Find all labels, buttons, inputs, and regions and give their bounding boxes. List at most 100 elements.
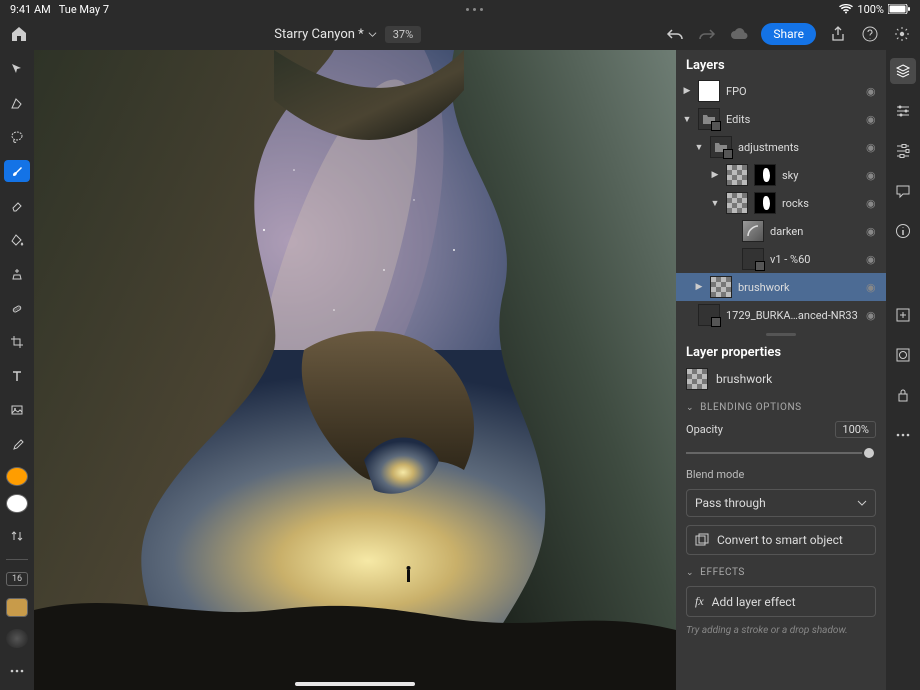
export-button[interactable] bbox=[828, 24, 848, 44]
disclosure-icon[interactable]: ▶ bbox=[694, 282, 704, 292]
properties-panel-button[interactable] bbox=[890, 98, 916, 124]
brush-color-chip[interactable] bbox=[6, 598, 28, 617]
move-tool[interactable] bbox=[4, 58, 30, 80]
transform-tool[interactable] bbox=[4, 92, 30, 114]
layer-rocks[interactable]: ▼ rocks ◉ bbox=[676, 189, 886, 217]
visibility-toggle[interactable]: ◉ bbox=[866, 169, 880, 182]
crop-tool[interactable] bbox=[4, 331, 30, 353]
toolbar-divider bbox=[6, 559, 28, 560]
healing-tool[interactable] bbox=[4, 297, 30, 319]
layers-panel-button[interactable] bbox=[890, 58, 916, 84]
cloud-sync-icon[interactable] bbox=[729, 24, 749, 44]
eraser-tool[interactable] bbox=[4, 194, 30, 216]
visibility-toggle[interactable]: ◉ bbox=[866, 225, 880, 238]
battery-icon bbox=[888, 4, 910, 14]
new-layer-button[interactable] bbox=[890, 302, 916, 328]
visibility-toggle[interactable]: ◉ bbox=[866, 309, 880, 322]
chevron-down-icon: ⌄ bbox=[686, 568, 694, 578]
smart-object-icon bbox=[695, 533, 709, 547]
wifi-icon bbox=[839, 4, 853, 14]
panel-resize-grip[interactable] bbox=[676, 329, 886, 339]
layer-background-image[interactable]: 1729_BURKA…anced-NR33 ◉ bbox=[676, 301, 886, 329]
brush-preview[interactable] bbox=[6, 629, 28, 648]
layer-label: darken bbox=[770, 225, 860, 238]
layer-label: adjustments bbox=[738, 141, 860, 154]
visibility-toggle[interactable]: ◉ bbox=[866, 141, 880, 154]
layer-label: brushwork bbox=[738, 281, 860, 294]
effects-hint: Try adding a stroke or a drop shadow. bbox=[686, 625, 876, 636]
layer-mask-button[interactable] bbox=[890, 342, 916, 368]
eyedropper-tool[interactable] bbox=[4, 433, 30, 455]
convert-smart-object-button[interactable]: Convert to smart object bbox=[686, 525, 876, 555]
layer-label: rocks bbox=[782, 197, 860, 210]
more-tools-button[interactable] bbox=[4, 660, 30, 682]
canvas-artwork bbox=[34, 50, 676, 690]
disclosure-icon[interactable]: ▶ bbox=[710, 170, 720, 180]
right-toolbar bbox=[886, 50, 920, 690]
layer-fpo[interactable]: ▶ FPO ◉ bbox=[676, 77, 886, 105]
layer-mask-thumbnail bbox=[754, 164, 776, 186]
status-time: 9:41 AM bbox=[10, 3, 51, 16]
lasso-tool[interactable] bbox=[4, 126, 30, 148]
fill-tool[interactable] bbox=[4, 229, 30, 251]
swap-colors-button[interactable] bbox=[4, 525, 30, 547]
home-button[interactable] bbox=[8, 23, 30, 45]
share-button[interactable]: Share bbox=[761, 23, 816, 45]
app-header: Starry Canyon * 37% Share bbox=[0, 18, 920, 50]
brush-size-indicator[interactable]: 16 bbox=[6, 572, 28, 586]
help-button[interactable] bbox=[860, 24, 880, 44]
button-label: Convert to smart object bbox=[717, 533, 843, 547]
layer-brushwork[interactable]: ▶ brushwork ◉ bbox=[676, 273, 886, 301]
settings-button[interactable] bbox=[892, 24, 912, 44]
layer-adjustments-group[interactable]: ▼ adjustments ◉ bbox=[676, 133, 886, 161]
undo-button[interactable] bbox=[665, 24, 685, 44]
comments-panel-button[interactable] bbox=[890, 178, 916, 204]
layer-v1[interactable]: v1 - %60 ◉ bbox=[676, 245, 886, 273]
opacity-value[interactable]: 100% bbox=[835, 421, 876, 438]
visibility-toggle[interactable]: ◉ bbox=[866, 253, 880, 266]
layer-thumbnail bbox=[742, 220, 764, 242]
visibility-toggle[interactable]: ◉ bbox=[866, 113, 880, 126]
properties-title: Layer properties bbox=[686, 345, 876, 360]
brush-tool[interactable] bbox=[4, 160, 30, 182]
blend-mode-select[interactable]: Pass through bbox=[686, 489, 876, 517]
layer-thumbnail bbox=[726, 164, 748, 186]
visibility-toggle[interactable]: ◉ bbox=[866, 197, 880, 210]
effects-header[interactable]: ⌄ EFFECTS bbox=[686, 563, 876, 578]
fx-icon: fx bbox=[695, 594, 704, 609]
home-indicator[interactable] bbox=[295, 682, 415, 686]
opacity-label: Opacity bbox=[686, 423, 723, 436]
info-panel-button[interactable] bbox=[890, 218, 916, 244]
layer-sky[interactable]: ▶ sky ◉ bbox=[676, 161, 886, 189]
adjustments-panel-button[interactable] bbox=[890, 138, 916, 164]
left-toolbar: 16 bbox=[0, 50, 34, 690]
clone-stamp-tool[interactable] bbox=[4, 263, 30, 285]
type-tool[interactable] bbox=[4, 365, 30, 387]
zoom-level[interactable]: 37% bbox=[385, 26, 421, 43]
place-photo-tool[interactable] bbox=[4, 399, 30, 421]
opacity-slider[interactable] bbox=[686, 446, 876, 460]
add-layer-effect-button[interactable]: fx Add layer effect bbox=[686, 586, 876, 617]
disclosure-icon[interactable]: ▼ bbox=[682, 114, 692, 125]
disclosure-icon[interactable]: ▼ bbox=[710, 198, 720, 209]
slider-handle[interactable] bbox=[862, 446, 876, 460]
disclosure-icon[interactable]: ▶ bbox=[682, 86, 692, 96]
layer-darken[interactable]: darken ◉ bbox=[676, 217, 886, 245]
disclosure-icon[interactable]: ▼ bbox=[694, 142, 704, 153]
section-title: BLENDING OPTIONS bbox=[700, 402, 802, 413]
blending-options-header[interactable]: ⌄ BLENDING OPTIONS bbox=[686, 398, 876, 413]
foreground-color-swatch[interactable] bbox=[6, 467, 28, 486]
lock-button[interactable] bbox=[890, 382, 916, 408]
layer-thumbnail bbox=[742, 248, 764, 270]
more-actions-button[interactable] bbox=[890, 422, 916, 448]
canvas-area[interactable] bbox=[34, 50, 676, 690]
background-color-swatch[interactable] bbox=[6, 494, 28, 513]
redo-button[interactable] bbox=[697, 24, 717, 44]
visibility-toggle[interactable]: ◉ bbox=[866, 281, 880, 294]
multitasking-dots[interactable] bbox=[109, 8, 839, 11]
visibility-toggle[interactable]: ◉ bbox=[866, 85, 880, 98]
layer-edits-group[interactable]: ▼ Edits ◉ bbox=[676, 105, 886, 133]
status-date: Tue May 7 bbox=[59, 3, 109, 16]
layer-label: sky bbox=[782, 169, 860, 182]
document-title[interactable]: Starry Canyon * bbox=[274, 27, 377, 42]
